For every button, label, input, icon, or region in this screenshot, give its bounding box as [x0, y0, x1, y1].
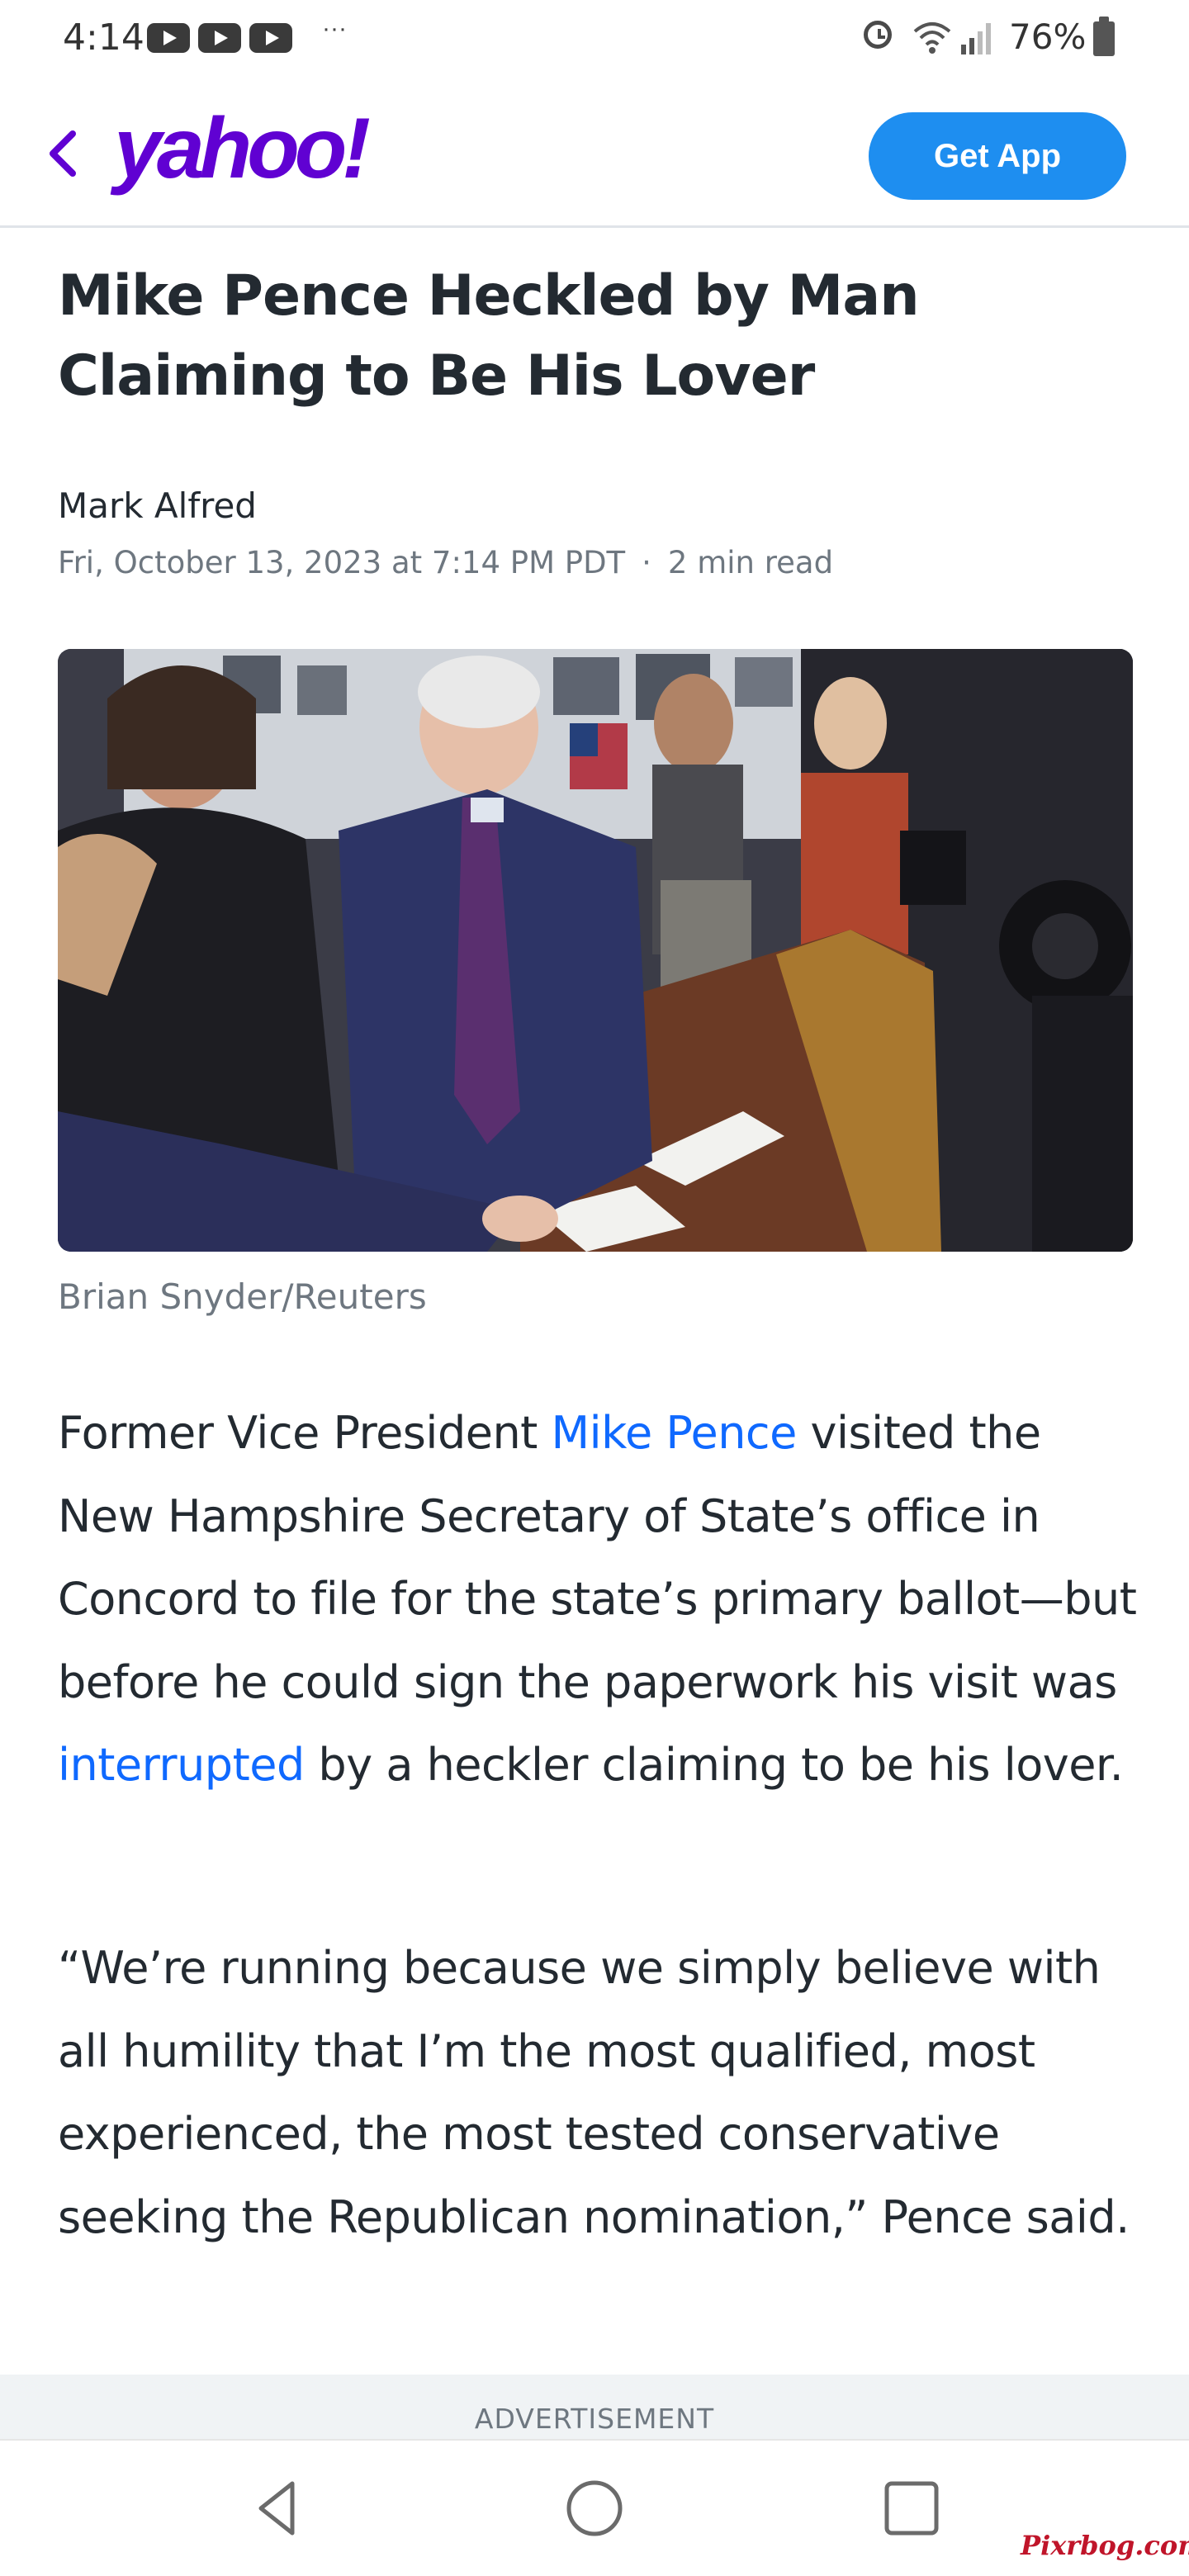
article-meta: Fri, October 13, 2023 at 7:14 PM PDT · 2 m…	[58, 545, 833, 580]
battery-icon	[1093, 17, 1115, 56]
back-chevron-icon[interactable]	[40, 122, 86, 185]
article-title: Mike Pence Heckled by Man Claiming to Be…	[58, 256, 1049, 416]
meta-separator: ·	[642, 545, 651, 580]
nav-home-icon[interactable]	[561, 2475, 628, 2541]
mike-pence-link[interactable]: Mike Pence	[552, 1407, 798, 1459]
read-time: 2 min read	[667, 545, 834, 580]
hero-photo[interactable]	[58, 649, 1133, 1252]
yahoo-logo[interactable]: yahoo!	[114, 106, 371, 192]
article-paragraph: Former Vice President Mike Pence visited…	[58, 1392, 1139, 1807]
paragraph-text: Former Vice President	[58, 1407, 552, 1459]
article-title-line: Claiming to Be His Lover	[58, 343, 815, 409]
article-paragraph: “We’re running because we simply believe…	[58, 1942, 1130, 2243]
interrupted-link[interactable]: interrupted	[58, 1739, 305, 1791]
system-navigation-bar	[0, 2439, 1189, 2576]
advertisement-label: ADVERTISEMENT	[474, 2403, 715, 2435]
advertisement-strip: ADVERTISEMENT	[0, 2375, 1189, 2439]
youtube-notification-icon	[249, 23, 292, 53]
nav-recents-icon[interactable]	[879, 2475, 945, 2541]
watermark: Pixrbog.com	[1021, 2530, 1189, 2561]
status-time: 4:14	[63, 17, 144, 59]
nav-back-icon[interactable]	[244, 2475, 310, 2541]
wifi-icon	[913, 22, 951, 54]
signal-icon	[961, 23, 991, 54]
get-app-button[interactable]: Get App	[869, 112, 1126, 200]
battery-percentage: 76%	[1009, 17, 1087, 57]
publish-date: Fri, October 13, 2023 at 7:14 PM PDT	[58, 545, 626, 580]
more-notifications-icon: ···	[322, 15, 347, 42]
photo-credit: Brian Snyder/Reuters	[58, 1276, 427, 1317]
paragraph-text: by a heckler claiming to be his lover.	[304, 1739, 1124, 1791]
youtube-notification-icon	[147, 23, 190, 53]
hero-photo-illustration	[58, 649, 1133, 1252]
article-title-line: Mike Pence Heckled by Man	[58, 263, 920, 329]
site-header: yahoo! Get App	[0, 79, 1189, 228]
alarm-icon	[864, 21, 892, 49]
status-bar: 4:14 ··· 76%	[0, 0, 1189, 79]
author-name[interactable]: Mark Alfred	[58, 485, 257, 526]
youtube-notification-icon	[198, 23, 241, 53]
